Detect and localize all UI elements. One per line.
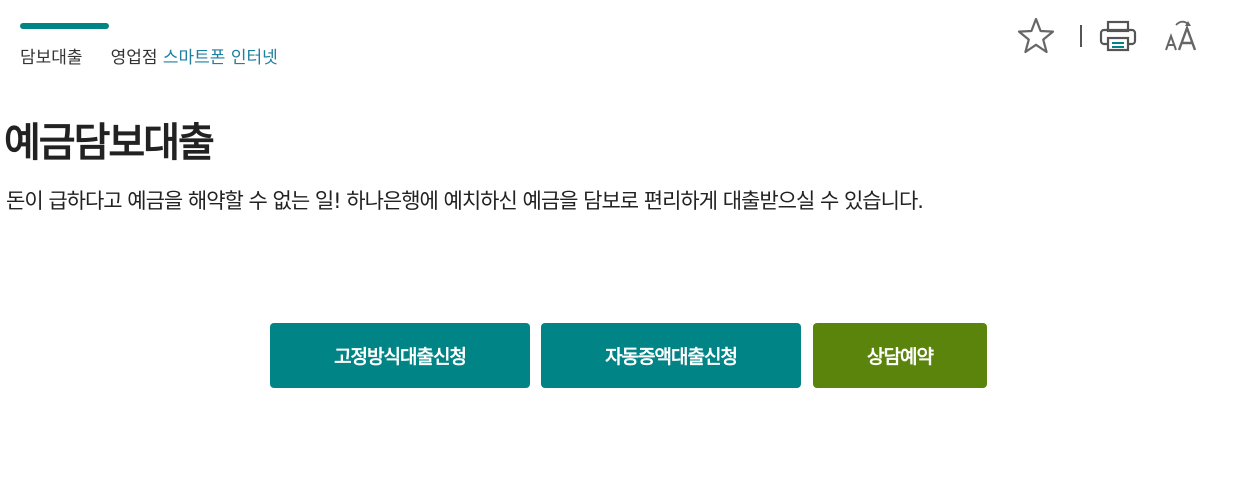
star-outline-icon — [1017, 17, 1055, 54]
breadcrumb-category: 담보대출 — [20, 48, 83, 68]
page-description: 돈이 급하다고 예금을 해약할 수 없는 일! 하나은행에 예치하신 예금을 담… — [6, 189, 924, 213]
accent-bar — [20, 23, 109, 29]
toolbar-divider — [1080, 25, 1082, 47]
page-title: 예금담보대출 — [4, 120, 215, 166]
channel-prefix: 영업점 — [110, 48, 163, 68]
printer-icon — [1099, 20, 1137, 52]
font-size-icon — [1165, 20, 1197, 51]
channel-highlight: 스마트폰 인터넷 — [162, 48, 278, 68]
favorite-button[interactable] — [1016, 14, 1056, 58]
breadcrumb-channels: 영업점 스마트폰 인터넷 — [111, 46, 278, 70]
consultation-booking-button[interactable]: 상담예약 — [813, 323, 987, 388]
font-size-button[interactable] — [1162, 14, 1202, 58]
fixed-rate-loan-apply-button[interactable]: 고정방식대출신청 — [270, 323, 530, 388]
breadcrumb: 담보대출 영업점 스마트폰 인터넷 — [20, 46, 278, 70]
print-button[interactable] — [1098, 14, 1138, 58]
page-toolbar — [1016, 14, 1202, 58]
auto-increase-loan-apply-button[interactable]: 자동증액대출신청 — [541, 323, 801, 388]
